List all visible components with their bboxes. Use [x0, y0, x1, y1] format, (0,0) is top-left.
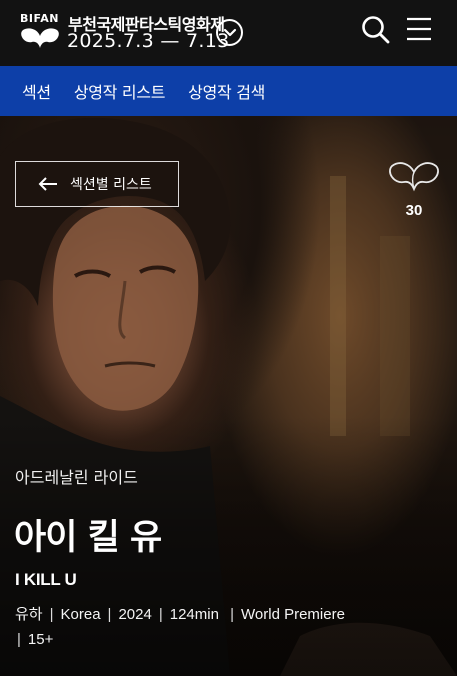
film-section-name: 아드레날린 라이드	[15, 468, 138, 487]
film-title-english: I KILL U	[15, 570, 77, 589]
film-country: Korea	[60, 606, 101, 623]
meta-separator: |	[225, 606, 235, 623]
film-director: 유하	[15, 606, 43, 623]
film-runtime: 124min	[169, 606, 219, 623]
nav-item-film-search[interactable]: 상영작 검색	[188, 79, 265, 103]
back-to-section-list-button[interactable]: 섹션별 리스트	[15, 161, 179, 207]
film-title-korean: 아이 킬 유	[14, 518, 162, 558]
arrow-left-icon	[38, 177, 57, 191]
logo-text: BIFAN	[20, 12, 59, 25]
search-button[interactable]	[361, 15, 391, 45]
festival-dropdown-button[interactable]	[216, 19, 243, 46]
bifan-logo[interactable]: BIFAN	[20, 12, 62, 52]
top-bar: BIFAN 부천국제판타스틱영화제 2025.7.3 — 7.13	[0, 0, 457, 66]
main-nav: 섹션 상영작 리스트 상영작 검색	[0, 66, 457, 116]
menu-button[interactable]	[406, 16, 432, 42]
film-premiere: World Premiere	[241, 606, 345, 623]
like-count: 30	[405, 202, 423, 219]
chevron-down-icon	[223, 28, 236, 36]
back-button-label: 섹션별 리스트	[70, 177, 152, 193]
film-hero: 섹션별 리스트 30 아드레날린 라이드 아이 킬 유 I KILL U 유하 |…	[0, 116, 457, 676]
bifan-heart-outline-icon	[389, 162, 439, 192]
festival-dates: 2025.7.3 — 7.13	[67, 30, 230, 52]
search-icon	[362, 16, 390, 44]
film-year: 2024	[118, 606, 152, 623]
meta-separator: |	[49, 606, 54, 623]
meta-separator: |	[17, 631, 21, 648]
nav-item-film-list[interactable]: 상영작 리스트	[74, 79, 166, 103]
like-button[interactable]: 30	[388, 160, 440, 219]
hamburger-menu-icon	[407, 17, 431, 41]
meta-separator: |	[107, 606, 112, 623]
film-meta-info: 유하 | Korea | 2024 | 124min | World Premiere | 15+	[15, 602, 435, 652]
film-rating: 15+	[27, 631, 54, 648]
nav-item-sections[interactable]: 섹션	[22, 79, 51, 103]
bifan-logo-mark-icon	[21, 28, 59, 48]
meta-separator: |	[158, 606, 163, 623]
